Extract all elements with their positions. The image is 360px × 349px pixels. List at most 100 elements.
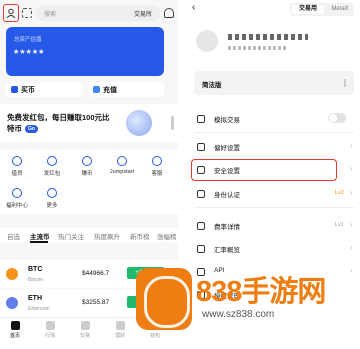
promo-go-badge[interactable]: Go [25,125,38,133]
tab-gainers[interactable]: 涨幅榜 [157,231,177,241]
nav-label: 理财 [114,333,125,339]
watermark-url: www.sz838.com [202,309,275,320]
deposit-button[interactable]: 充值 [88,82,164,97]
nav-label: 行情 [44,333,55,339]
grid-label: 客服 [151,171,163,177]
divider [194,207,354,208]
grid-item-jumpstart[interactable]: Jumpstart [107,156,137,175]
grid-label: 赚币 [81,171,93,177]
simple-mode-banner[interactable]: 简法版 [194,71,354,95]
grid-item-more[interactable]: 更多 [37,188,67,209]
nav-markets[interactable]: 行情 [37,321,63,339]
banner-title: 简法版 [202,82,222,89]
nav-label: 首页 [9,333,20,339]
asset-card[interactable]: 总资产估值 ***** [6,27,164,76]
grid-label: 借贷 [11,171,23,177]
search-input[interactable]: 搜索 交易所 [36,5,160,21]
chevron-right-icon: › [350,243,353,252]
row-label: 费率详情 [214,224,240,231]
back-icon[interactable]: ‹ [192,2,195,13]
coin-symbol: ETH [28,295,42,302]
grid-item-loan[interactable]: 借贷 [2,156,32,177]
fee-level: Lv1 [335,222,344,228]
mode-switch: 交易用 MetaX [290,3,354,16]
id-card-icon [197,190,205,198]
profile-button[interactable] [3,4,19,22]
tab-mainstream[interactable]: 主流币 [30,231,50,241]
eth-icon [6,297,18,309]
nav-earn[interactable]: 理财 [107,321,133,339]
promo-line-2-text: 特币 [7,124,22,133]
divider [194,132,354,133]
bell-icon[interactable] [164,8,174,18]
asset-label: 总资产估值 [14,37,42,43]
user-id-blurred [228,46,288,50]
settings-row-preferences[interactable]: 偏好设置 › [182,136,360,158]
exchange-switch[interactable]: 交易所 [134,9,152,18]
watermark: 838手游网 www.sz838.com [136,262,360,349]
promo-banner[interactable]: 免费发红包，每日赚取100元比 特币 Go [0,104,178,142]
feature-grid: 借贷 发红包 赚币 Jumpstart 客服 福利中心 更多 [0,150,178,214]
top-bar: 搜索 交易所 [0,3,178,23]
quick-actions: 买币 充值 [6,82,164,97]
grid-label: 福利中心 [5,203,28,209]
btc-icon [6,268,18,280]
profile-top-bar: ‹ 交易用 MetaX [182,0,360,16]
active-tab-underline [30,241,48,243]
chevron-right-icon: › [350,141,353,150]
nav-trade[interactable]: 交易 [72,321,98,339]
coin-symbol: BTC [28,266,43,273]
red-packet-icon [47,156,57,166]
fee-icon [197,222,205,230]
coin-price: $3255.87 [82,299,110,306]
row-label: 偏好设置 [214,145,240,152]
grid-item-red-packet[interactable]: 发红包 [37,156,67,177]
row-label: 汇率概览 [214,247,240,254]
identity-level: Lv2 [335,190,344,196]
settings-row-demo-trading[interactable]: 模拟交易 [182,108,360,130]
search-placeholder: 搜索 [44,12,57,18]
grid-label: 发红包 [43,171,61,177]
scan-icon[interactable] [22,8,32,18]
row-label: 身份认证 [214,192,240,199]
demo-trading-icon [197,115,205,123]
grid-item-support[interactable]: 客服 [142,156,172,177]
home-icon [10,321,20,330]
tab-favorites[interactable]: 自选 [7,231,20,241]
coin-name: Ethereum [28,306,50,312]
demo-trading-toggle[interactable] [328,113,346,123]
promo-line-1: 免费发红包，每日赚取100元比 [7,113,110,122]
preferences-icon [197,143,205,151]
chevron-right-icon: › [350,220,353,229]
banner-chevron-icon [344,79,350,87]
coin-price: $44966.7 [82,270,110,277]
grid-item-earn[interactable]: 赚币 [72,156,102,177]
profile-header[interactable] [182,30,360,60]
coin-name: Bitcoin [28,277,44,283]
avatar[interactable] [196,30,218,52]
grid-label: 更多 [46,203,58,209]
tab-new[interactable]: 新币榜 [130,231,150,241]
buy-label: 买币 [21,86,35,94]
grid-item-rewards[interactable]: 福利中心 [2,188,32,209]
watermark-brand: 838手游网 [196,276,326,308]
promo-line-2: 特币 Go [7,123,38,134]
rates-icon [197,245,205,253]
nav-label: 交易 [79,333,90,339]
markets-icon [45,321,55,330]
nav-home[interactable]: 首页 [2,321,28,339]
mode-exchange[interactable]: 交易用 [292,5,324,14]
settings-row-fees[interactable]: 费率详情 Lv1 › [182,215,360,237]
chevron-right-icon: › [350,164,353,173]
deposit-label: 充值 [103,86,117,94]
headset-icon [152,156,162,166]
mode-metax[interactable]: MetaX [328,5,352,14]
buy-button[interactable]: 买币 [6,82,82,97]
earn-icon [82,156,92,166]
settings-row-rates[interactable]: 汇率概览 › [182,238,360,260]
screenshot-frame: 搜索 交易所 总资产估值 ***** 买币 充值 免费发红包，每日赚取100元比… [0,0,360,349]
tab-hot[interactable]: 热门关注 [58,231,84,241]
settings-row-identity[interactable]: 身份认证 Lv2 › [182,183,360,205]
tab-trending[interactable]: 热度飙升 [94,231,120,241]
promo-pager [171,116,174,130]
